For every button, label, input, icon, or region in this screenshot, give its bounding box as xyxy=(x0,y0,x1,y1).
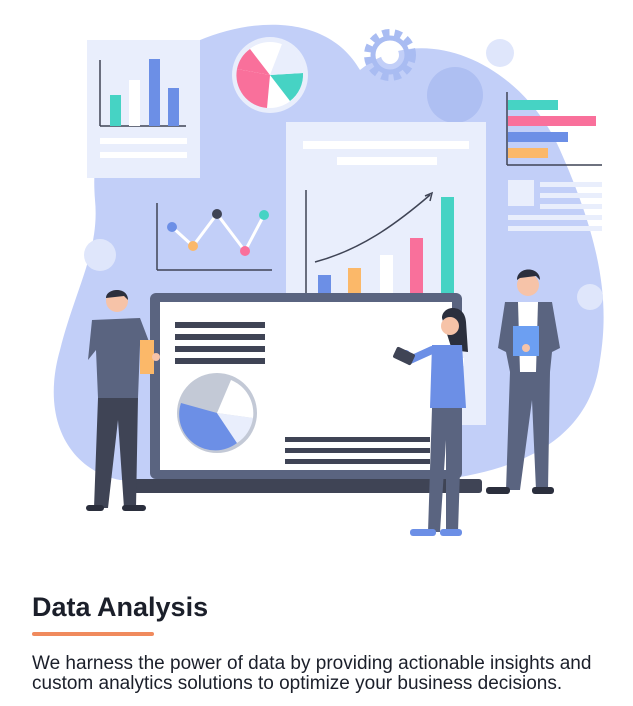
data-analysis-illustration xyxy=(53,24,604,536)
gear-icon xyxy=(364,29,416,81)
card-description: We harness the power of data by providin… xyxy=(32,653,592,694)
decor-circle xyxy=(84,239,116,271)
card-title: Data Analysis xyxy=(32,592,209,622)
pie-chart-icon xyxy=(232,37,308,113)
title-underline xyxy=(32,632,154,636)
decor-circle xyxy=(427,67,483,123)
bar-chart-card xyxy=(87,40,200,178)
bar-chart-icon xyxy=(110,95,121,126)
decor-circle xyxy=(486,39,514,67)
decor-circle xyxy=(577,284,603,310)
laptop-icon xyxy=(130,293,482,493)
